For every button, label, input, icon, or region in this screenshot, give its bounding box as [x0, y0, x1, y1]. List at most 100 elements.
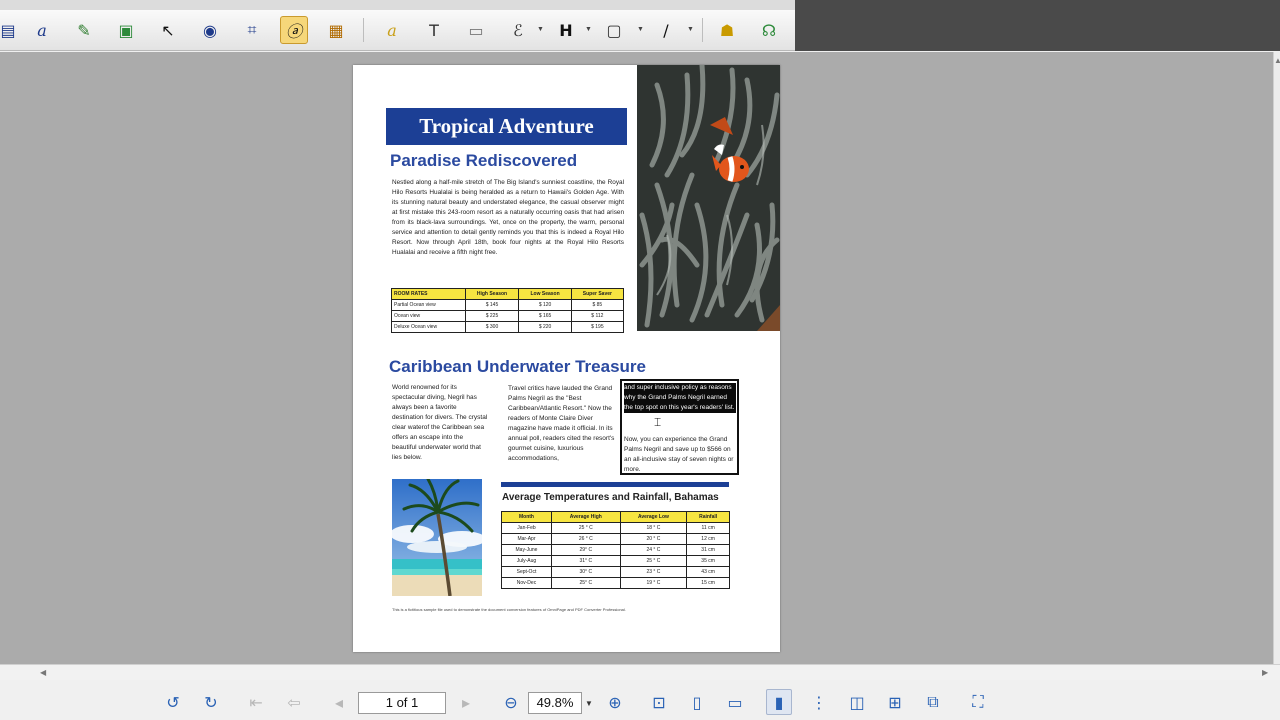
table-cell: May-June	[501, 544, 552, 556]
table-cell: 20 ° C	[619, 533, 688, 545]
continuous-view-icon[interactable]: ⋮	[806, 689, 832, 715]
back-icon[interactable]: ◂	[326, 689, 352, 715]
table-cell: Jan-Feb	[501, 522, 552, 534]
section2-column-3[interactable]: Now, you can experience the Grand Palms …	[624, 435, 738, 475]
table-cell: 43 cm	[686, 566, 730, 578]
table-cell: $ 145	[464, 299, 520, 311]
selected-text-frame[interactable]: and super inclusive policy as reasons wh…	[620, 379, 739, 475]
crop-tool-icon[interactable]: ⌗	[238, 16, 266, 44]
heading-tool-icon[interactable]: H	[552, 16, 580, 44]
fit-page-icon[interactable]: ▯	[684, 689, 710, 715]
forward-icon[interactable]: ▸	[453, 689, 479, 715]
zoom-dropdown-arrow[interactable]: ▼	[585, 699, 593, 708]
section2-column-2[interactable]: Travel critics have lauded the Grand Pal…	[508, 384, 616, 464]
horizontal-scrollbar[interactable]: ◀ ▶	[0, 664, 1280, 680]
line-tool-icon[interactable]: /	[652, 16, 680, 44]
table-cell: 30° C	[550, 566, 621, 578]
table-header-cell: Average Low	[619, 511, 688, 523]
table-header-cell: Average High	[550, 511, 621, 523]
page-number-field[interactable]: 1 of 1	[358, 692, 446, 714]
table-cell: 11 cm	[686, 522, 730, 534]
section2-column-1[interactable]: World renowned for its spectacular divin…	[392, 383, 488, 463]
toolbar-background	[795, 0, 1280, 51]
snapshot-tool-icon[interactable]: ◉	[196, 16, 224, 44]
rotate-right-icon[interactable]: ↻	[198, 689, 224, 715]
table-row: July-Aug 31° C 25 ° C 35 cm	[501, 555, 730, 567]
first-page-icon[interactable]: ⇤	[243, 689, 269, 715]
table-cell: 18 ° C	[619, 522, 688, 534]
table-header-cell: ROOM RATES	[391, 288, 466, 300]
full-screen-icon[interactable]: ⛶	[965, 689, 991, 715]
highlight-text-tool-icon[interactable]: a	[378, 16, 406, 44]
touchup-image-tool-icon[interactable]: ▦	[322, 16, 350, 44]
table-row: Mar-Apr 26 ° C 20 ° C 12 cm	[501, 533, 730, 545]
rotate-left-icon[interactable]: ↺	[160, 689, 186, 715]
temperatures-table: Month Average High Average Low Rainfall …	[501, 511, 730, 589]
table-cell: $ 165	[518, 310, 572, 322]
table-row: May-June 29° C 24 ° C 31 cm	[501, 544, 730, 556]
vertical-scrollbar[interactable]: ▲	[1273, 52, 1280, 664]
users-tool-icon[interactable]: ☗	[713, 16, 741, 44]
fit-width-icon[interactable]: ▭	[722, 689, 748, 715]
page-thumbnails-icon[interactable]: ⧉	[920, 689, 946, 715]
table-cell: 19 ° C	[619, 577, 688, 589]
shape-dropdown-arrow[interactable]: ▼	[637, 26, 644, 33]
selected-text-highlight[interactable]: and super inclusive policy as reasons wh…	[624, 383, 736, 413]
table-header-cell: High Season	[464, 288, 520, 300]
scroll-right-icon[interactable]: ▶	[1262, 668, 1268, 677]
table-cell: $ 300	[464, 321, 520, 333]
table-cell: 26 ° C	[550, 533, 621, 545]
partial-tool-icon[interactable]: ▤	[0, 16, 22, 44]
formula-tool-icon[interactable]: ℰ	[504, 16, 532, 44]
zoom-in-icon[interactable]: ⊕	[602, 689, 628, 715]
table-cell: Nov-Dec	[501, 577, 552, 589]
document-title: Tropical Adventure	[386, 108, 627, 145]
image-tool-icon[interactable]: ▣	[112, 16, 140, 44]
table-row: Deluxe Ocean view $ 300 $ 220 $ 195	[391, 321, 625, 333]
table-cell: 23 ° C	[619, 566, 688, 578]
scroll-up-icon[interactable]: ▲	[1274, 56, 1280, 65]
heading-dropdown-arrow[interactable]: ▼	[585, 26, 592, 33]
single-page-view-icon[interactable]: ▮	[766, 689, 792, 715]
blue-divider	[501, 482, 729, 487]
scroll-left-icon[interactable]: ◀	[40, 668, 46, 677]
table-cell: 35 cm	[686, 555, 730, 567]
table-cell: 25 ° C	[619, 555, 688, 567]
select-tool-icon[interactable]: ↖	[154, 16, 182, 44]
zoom-level-field[interactable]: 49.8%	[528, 692, 582, 714]
previous-page-icon[interactable]: ⇦	[281, 689, 307, 715]
table-header-row: Month Average High Average Low Rainfall	[501, 511, 730, 523]
formula-dropdown-arrow[interactable]: ▼	[537, 26, 544, 33]
table-row: Ocean view $ 225 $ 165 $ 112	[391, 310, 625, 322]
palm-beach-photo	[392, 479, 482, 596]
note-tool-icon[interactable]: ▭	[462, 16, 490, 44]
table-row: Sept-Oct 30° C 23 ° C 43 cm	[501, 566, 730, 578]
table-cell: 12 cm	[686, 533, 730, 545]
table-cell: Mar-Apr	[501, 533, 552, 545]
line-dropdown-arrow[interactable]: ▼	[687, 26, 694, 33]
share-tool-icon[interactable]: ☊	[755, 16, 783, 44]
table-cell: 29° C	[550, 544, 621, 556]
table-cell: 15 cm	[686, 577, 730, 589]
table-header-cell: Low Season	[518, 288, 572, 300]
shape-tool-icon[interactable]: ▢	[600, 16, 628, 44]
edit-image-tool-icon[interactable]: ✎	[70, 16, 98, 44]
actual-size-icon[interactable]: ⊡	[646, 689, 672, 715]
clownfish-photo	[637, 65, 780, 331]
section1-body[interactable]: Nestled along a half-mile stretch of The…	[392, 178, 624, 258]
table-cell: Ocean view	[391, 310, 466, 322]
section1-heading: Paradise Rediscovered	[390, 151, 578, 170]
table-cell: $ 85	[570, 299, 625, 311]
table-header-cell: Month	[501, 511, 552, 523]
continuous-facing-icon[interactable]: ⊞	[882, 689, 908, 715]
facing-pages-icon[interactable]: ◫	[844, 689, 870, 715]
textbox-tool-icon[interactable]: T	[420, 16, 448, 44]
editing-toolbar: ▤ a ✎ ▣ ↖ ◉ ⌗ ⓐ ▦ a T ▭ ℰ ▼ H ▼ ▢ ▼ / ▼ …	[0, 10, 795, 51]
zoom-out-icon[interactable]: ⊖	[498, 689, 524, 715]
touchup-text-tool-icon[interactable]: ⓐ	[280, 16, 308, 44]
table-cell: $ 225	[464, 310, 520, 322]
toolbar-separator	[363, 18, 364, 42]
text-tool-icon[interactable]: a	[28, 16, 56, 44]
table-cell: Partial Ocean view	[391, 299, 466, 311]
table-cell: Deluxe Ocean view	[391, 321, 466, 333]
